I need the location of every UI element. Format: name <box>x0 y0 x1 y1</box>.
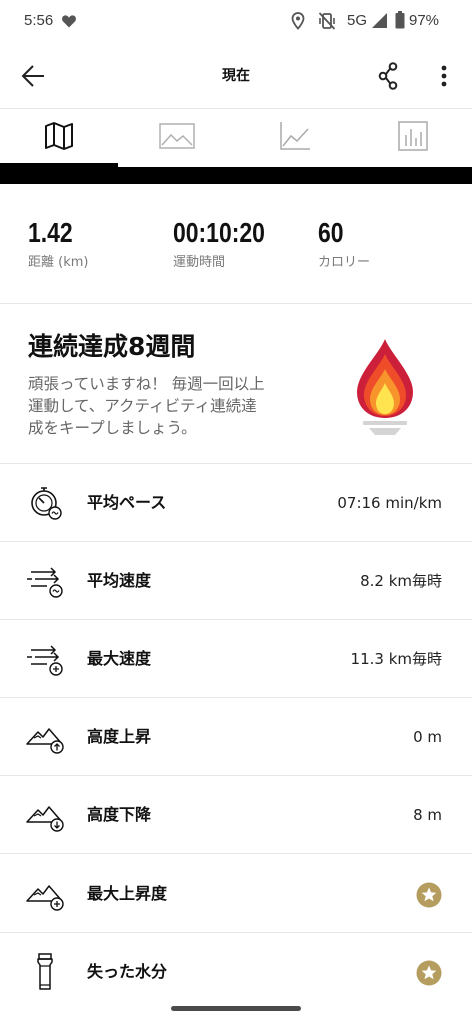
achievement-message-line: 頑張っていますね！ 毎週一回以上 <box>28 375 265 393</box>
metric-label: 平均ペース <box>87 493 167 512</box>
line-chart-icon <box>279 121 311 151</box>
metric-row-fluid-loss[interactable]: 失った水分 <box>0 933 472 1011</box>
stat-value: 1.42 <box>28 217 73 248</box>
stat-value: 00:10:20 <box>173 217 265 248</box>
speed-max-icon <box>25 639 65 679</box>
metric-value: 8 m <box>413 806 442 824</box>
achievement-message-line: 成をキープしましょう。 <box>28 419 197 437</box>
metric-row-avg-speed[interactable]: 平均速度 8.2 km毎時 <box>0 542 472 620</box>
metric-row-descent[interactable]: 高度下降 8 m <box>0 776 472 854</box>
achievement-message-line: 運動して、アクティビティ連続達 <box>28 397 257 415</box>
metric-value: 0 m <box>413 728 442 746</box>
battery-percent: 97% <box>409 12 440 29</box>
heart-icon <box>61 13 77 29</box>
network-type: 5G <box>347 12 368 29</box>
map-area[interactable] <box>0 167 472 184</box>
metric-label: 最大上昇度 <box>87 884 168 903</box>
signal-icon <box>371 12 388 29</box>
stat-label: 距離 (km) <box>28 255 89 270</box>
premium-star-icon[interactable] <box>416 882 442 908</box>
bar-chart-icon <box>398 121 428 151</box>
gesture-nav-handle[interactable] <box>171 1006 301 1011</box>
tab-laps[interactable] <box>354 109 472 163</box>
map-icon <box>43 121 75 151</box>
tab-map[interactable] <box>0 109 118 163</box>
tab-photos[interactable] <box>118 109 236 163</box>
metric-label: 高度下降 <box>87 805 152 824</box>
stat-distance: 1.42 距離 (km) <box>28 216 88 271</box>
achievement-message: 頑張っていますね！ 毎週一回以上 運動して、アクティビティ連続達 成をキープしま… <box>28 373 328 439</box>
metric-row-max-speed[interactable]: 最大速度 11.3 km毎時 <box>0 620 472 698</box>
metric-label: 平均速度 <box>87 571 152 590</box>
stat-duration: 00:10:20 運動時間 <box>173 216 285 271</box>
status-bar: 5:56 5G 97% <box>0 0 472 44</box>
metric-label: 失った水分 <box>87 962 168 981</box>
vibrate-off-icon <box>318 11 336 31</box>
more-vert-icon[interactable] <box>436 62 452 90</box>
metric-row-ascent[interactable]: 高度上昇 0 m <box>0 698 472 776</box>
image-icon <box>159 123 195 149</box>
metric-row-max-ascent[interactable]: 最大上昇度 <box>0 855 472 933</box>
water-bottle-icon <box>25 952 65 992</box>
altitude-descent-icon <box>25 795 65 835</box>
metric-value: 11.3 km毎時 <box>350 650 442 668</box>
metric-row-avg-pace[interactable]: 平均ペース 07:16 min/km <box>0 464 472 542</box>
battery-icon <box>395 11 405 29</box>
metric-value: 8.2 km毎時 <box>360 572 442 590</box>
stopwatch-pace-icon <box>25 483 65 523</box>
torch-flame-icon <box>349 336 421 440</box>
tab-charts[interactable] <box>236 109 354 163</box>
metric-label: 最大速度 <box>87 649 152 668</box>
location-icon <box>291 12 305 30</box>
stats-divider <box>0 303 472 304</box>
page-title: 現在 <box>222 68 250 84</box>
status-time: 5:56 <box>24 12 54 29</box>
altitude-ascent-icon <box>25 717 65 757</box>
speed-average-icon <box>25 561 65 601</box>
max-ascent-icon <box>25 874 65 914</box>
stat-label: 運動時間 <box>173 255 226 270</box>
stat-calories: 60 カロリー <box>318 216 370 271</box>
stat-label: カロリー <box>318 255 371 270</box>
premium-star-icon[interactable] <box>416 960 442 986</box>
metric-label: 高度上昇 <box>87 727 152 746</box>
metric-value: 07:16 min/km <box>337 494 442 512</box>
achievement-title: 連続達成8週間 <box>28 332 196 361</box>
stat-value: 60 <box>318 217 344 248</box>
share-icon[interactable] <box>376 62 400 90</box>
